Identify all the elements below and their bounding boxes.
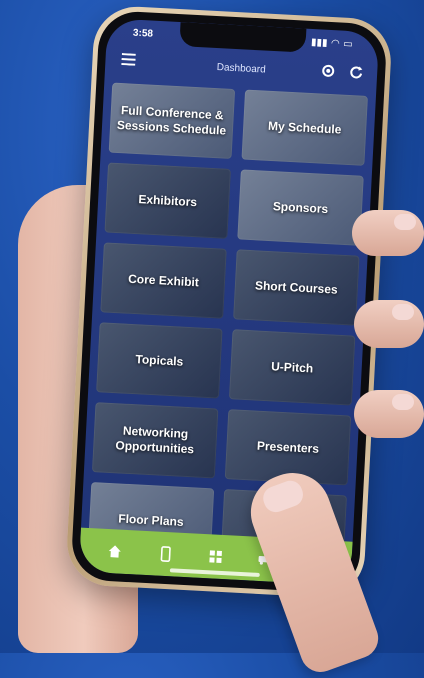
tile-exhibitors[interactable]: Exhibitors bbox=[104, 162, 231, 239]
tile-networking-opportunities[interactable]: Networking Opportunities bbox=[91, 402, 219, 479]
status-time: 3:58 bbox=[132, 27, 154, 40]
tile-u-pitch[interactable]: U-Pitch bbox=[228, 329, 356, 406]
tile-sponsors[interactable]: Sponsors bbox=[237, 169, 364, 246]
grid-icon[interactable] bbox=[202, 543, 229, 570]
battery-icon: ▭ bbox=[342, 38, 353, 50]
finger-right-2 bbox=[354, 300, 424, 348]
gear-icon[interactable] bbox=[321, 64, 336, 82]
tile-core-exhibit[interactable]: Core Exhibit bbox=[100, 242, 227, 319]
tile-full-conference-schedule[interactable]: Full Conference & Sessions Schedule bbox=[108, 82, 236, 159]
signal-icon: ▮▮▮ bbox=[310, 36, 328, 49]
tile-short-courses[interactable]: Short Courses bbox=[233, 249, 360, 326]
app-screen: 3:58 ▮▮▮ ◠ ▭ Dashboard Full Conference &… bbox=[78, 18, 380, 586]
refresh-icon[interactable] bbox=[349, 65, 364, 83]
wifi-icon: ◠ bbox=[331, 37, 340, 49]
home-icon[interactable] bbox=[101, 538, 128, 565]
dashboard-grid: Full Conference & Sessions Schedule My S… bbox=[87, 82, 368, 566]
tile-my-schedule[interactable]: My Schedule bbox=[241, 89, 368, 166]
phone-icon[interactable] bbox=[152, 540, 179, 567]
fingernail-1 bbox=[394, 214, 416, 230]
tile-topicals[interactable]: Topicals bbox=[96, 322, 223, 399]
status-icons: ▮▮▮ ◠ ▭ bbox=[311, 36, 353, 49]
page-title: Dashboard bbox=[216, 61, 266, 76]
phone: 3:58 ▮▮▮ ◠ ▭ Dashboard Full Conference &… bbox=[65, 4, 393, 600]
phone-bezel: 3:58 ▮▮▮ ◠ ▭ Dashboard Full Conference &… bbox=[70, 9, 388, 595]
fingernail-pointer bbox=[259, 477, 307, 516]
fingernail-3 bbox=[392, 394, 414, 410]
menu-icon[interactable] bbox=[121, 53, 136, 69]
fingernail-2 bbox=[392, 304, 414, 320]
finger-right-3 bbox=[354, 390, 424, 438]
